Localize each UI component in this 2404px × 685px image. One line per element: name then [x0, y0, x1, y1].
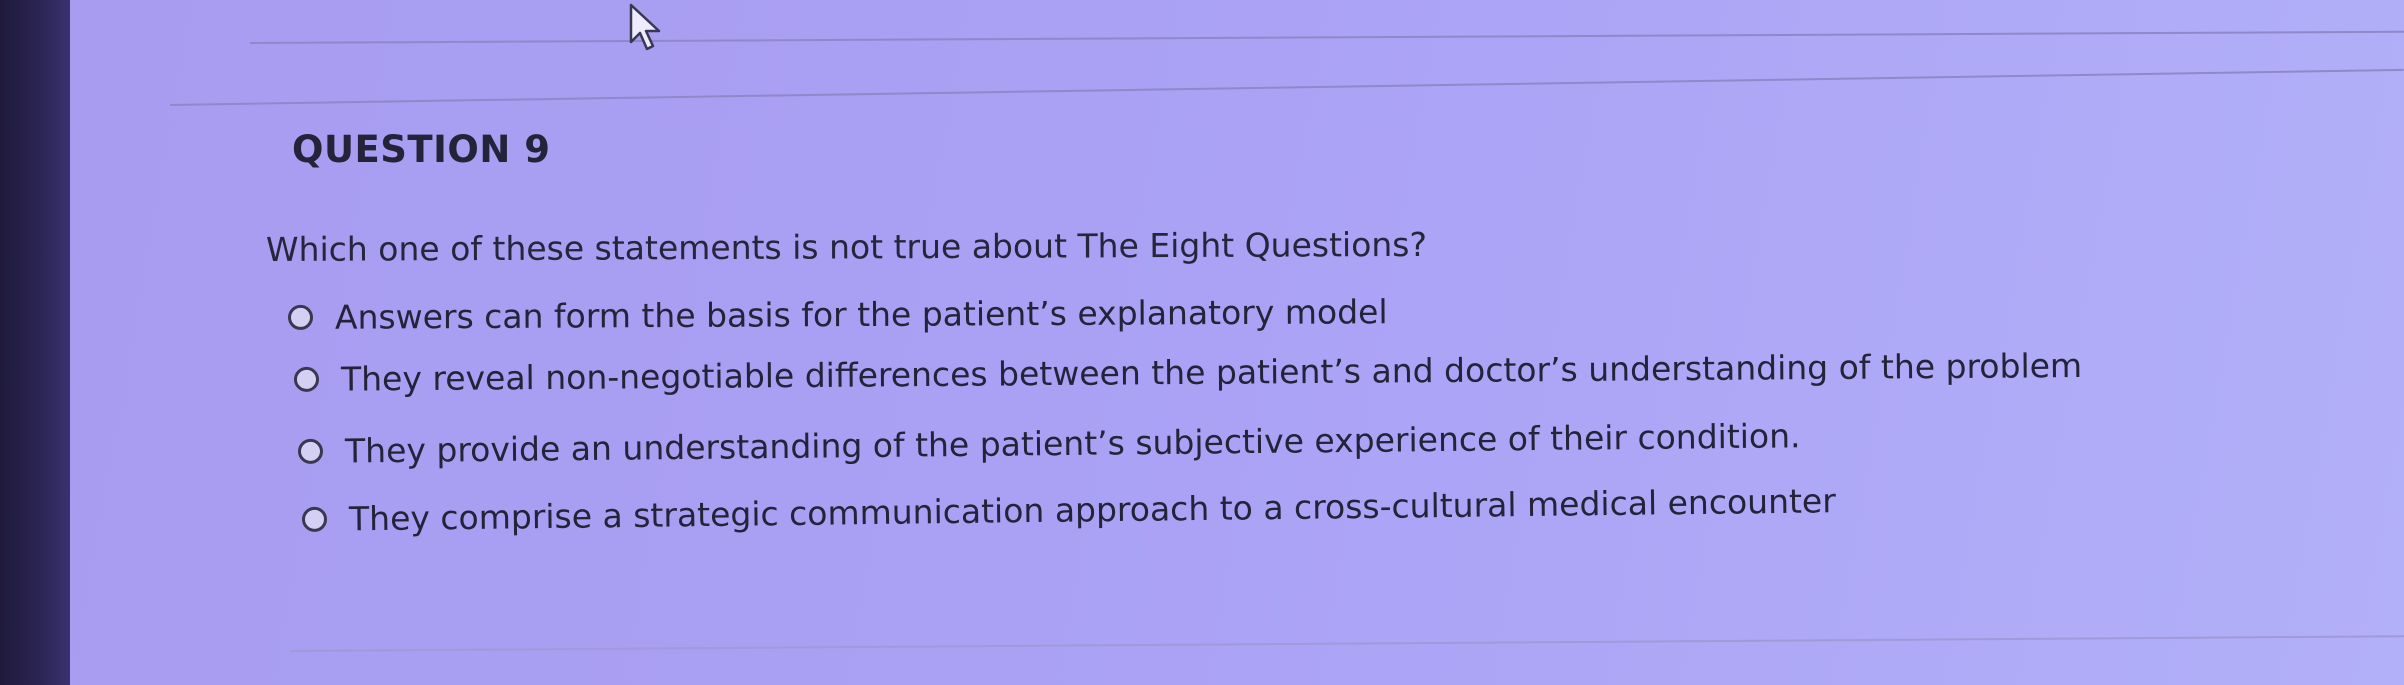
radio-button-icon[interactable] — [287, 304, 314, 330]
question-prompt: Which one of these statements is not tru… — [265, 224, 1428, 269]
answer-option-4[interactable]: They comprise a strategic communication … — [301, 481, 1836, 539]
answer-option-label[interactable]: They comprise a strategic communication … — [349, 481, 1836, 538]
monitor-bezel — [0, 0, 70, 685]
question-bottom-divider — [289, 635, 2404, 652]
answer-option-3[interactable]: They provide an understanding of the pat… — [297, 416, 1801, 471]
question-number-heading: QUESTION 9 — [292, 128, 551, 171]
radio-button-icon[interactable] — [293, 366, 320, 392]
answer-option-label[interactable]: They reveal non-negotiable differences b… — [341, 346, 2082, 399]
question-top-divider — [169, 68, 2404, 106]
answer-option-1[interactable]: Answers can form the basis for the patie… — [287, 292, 1388, 337]
mouse-pointer-icon — [629, 3, 661, 51]
radio-button-icon[interactable] — [301, 506, 328, 532]
answer-option-label[interactable]: Answers can form the basis for the patie… — [335, 292, 1388, 337]
answer-option-label[interactable]: They provide an understanding of the pat… — [345, 416, 1801, 470]
top-divider — [249, 30, 2404, 44]
radio-button-icon[interactable] — [297, 438, 324, 464]
answer-option-2[interactable]: They reveal non-negotiable differences b… — [293, 346, 2082, 399]
